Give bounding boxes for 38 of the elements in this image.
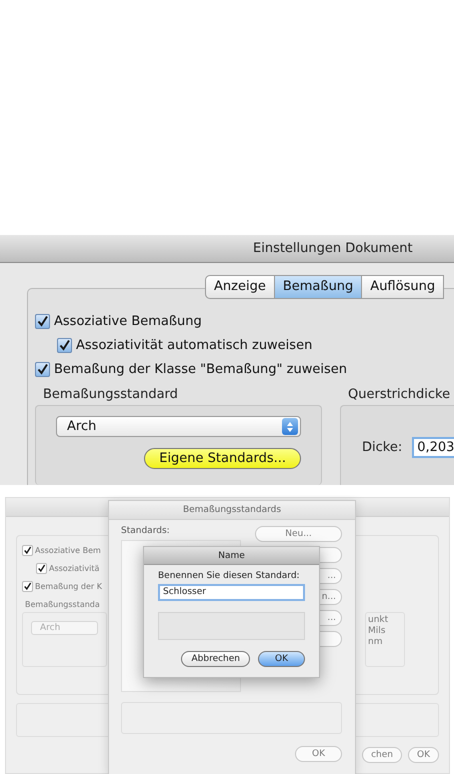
dialog-button[interactable]: Abbrechen	[181, 651, 250, 667]
field-label: Dicke:	[362, 440, 402, 455]
dialog-button[interactable]: OK	[258, 651, 305, 667]
name-field[interactable]: Schlosser	[158, 584, 305, 601]
checkbox-label: Bemaßung der Klasse "Bemaßung" zuweisen	[54, 362, 347, 376]
group-title: Querstrichdicke	[347, 387, 452, 402]
tab[interactable]: Bemaßung	[274, 275, 362, 299]
checkbox-label: Assoziativitä	[49, 564, 100, 572]
dialog-button[interactable]: chen	[362, 747, 402, 763]
checkbox-label: Assoziative Bemaßung	[54, 314, 202, 328]
list-label: Standards:	[121, 526, 171, 536]
stepper-icon	[282, 418, 298, 435]
checkbox[interactable]	[22, 544, 33, 556]
group-title: Bemaßungsstanda	[25, 600, 100, 609]
prompt-label: Benennen Sie diesen Standard:	[158, 571, 301, 581]
window-title: Einstellungen Dokument	[253, 241, 413, 256]
tab[interactable]: Anzeige	[205, 275, 275, 299]
checkbox[interactable]	[57, 338, 72, 352]
tab[interactable]: Auflösung	[362, 275, 444, 299]
checkbox[interactable]	[36, 562, 47, 574]
standard-popup[interactable]: Arch	[56, 416, 301, 437]
checkbox[interactable]	[22, 580, 33, 592]
dialog-button[interactable]: Neu...	[255, 526, 342, 542]
checkbox[interactable]	[35, 362, 50, 376]
checkbox[interactable]	[35, 314, 50, 328]
checkbox-label: Assoziativität automatisch zuweisen	[76, 338, 312, 352]
checkbox-label: Bemaßung der K	[35, 582, 102, 590]
checkbox-label: Assoziative Bem	[35, 546, 101, 554]
unit-option[interactable]: nm	[368, 637, 404, 647]
dialog-button[interactable]: OK	[408, 747, 439, 763]
unit-option[interactable]: Mils	[368, 626, 404, 636]
dialog-title: Name	[144, 547, 319, 565]
unit-option[interactable]: unkt	[368, 615, 404, 625]
dialog-title: Bemaßungsstandards	[109, 501, 355, 520]
custom-standards-button[interactable]: Eigene Standards...	[144, 448, 301, 469]
thickness-field[interactable]: 0,203	[412, 437, 454, 458]
group-title: Bemaßungsstandard	[42, 387, 179, 402]
ok-button[interactable]: OK	[295, 746, 342, 762]
